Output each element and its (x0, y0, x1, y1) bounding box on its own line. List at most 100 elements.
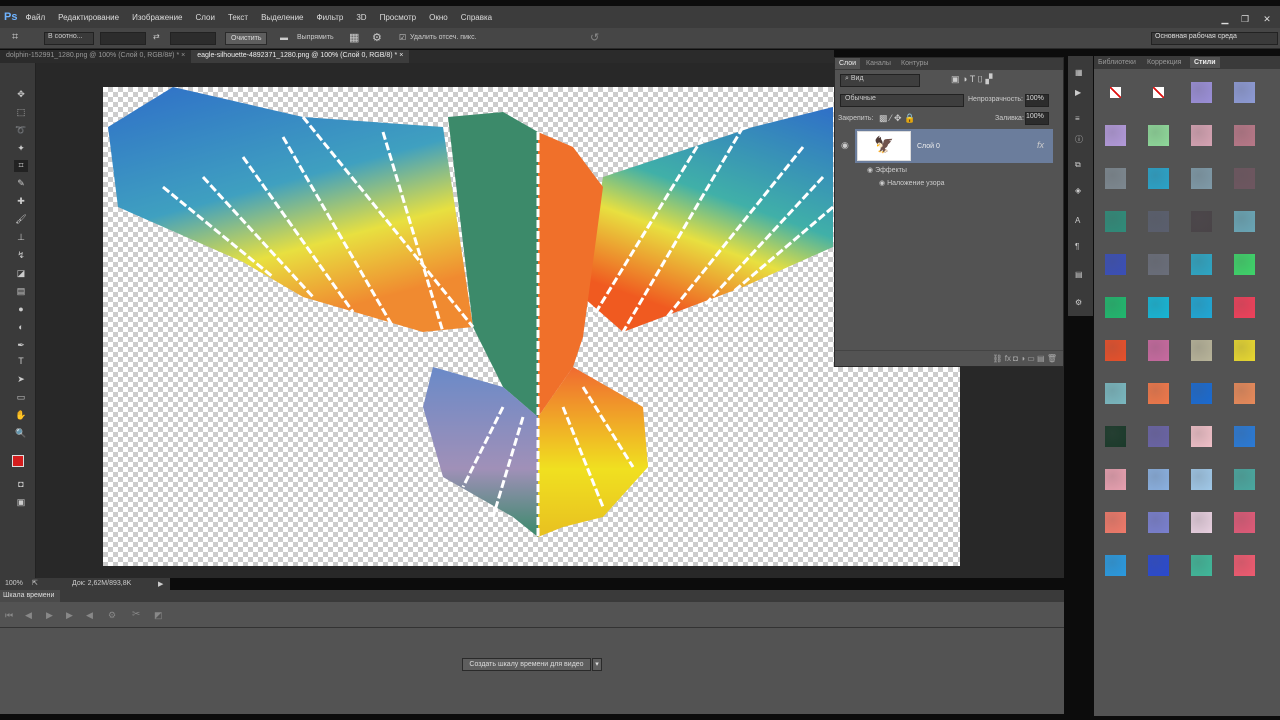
style-swatch[interactable] (1234, 383, 1255, 404)
menu-edit[interactable]: Редактирование (58, 13, 119, 22)
stamp-tool-icon[interactable]: ⊥ (14, 232, 28, 244)
gear-icon[interactable]: ⚙ (372, 31, 382, 44)
style-swatch[interactable] (1191, 555, 1212, 576)
ratio-select[interactable]: В соотно... (44, 32, 94, 45)
tab-paths[interactable]: Контуры (901, 60, 928, 67)
magic-wand-tool-icon[interactable]: ✦ (14, 143, 28, 155)
reset-icon[interactable]: ↺ (590, 31, 599, 44)
style-swatch[interactable] (1148, 254, 1169, 275)
pattern-overlay-row[interactable]: ◉ Наложение узора (879, 179, 945, 187)
timeline-tab[interactable]: Шкала времени (0, 590, 60, 602)
visibility-eye-icon[interactable]: ◉ (841, 140, 849, 151)
properties-icon[interactable]: ≡ (1075, 114, 1080, 123)
tab-layers[interactable]: Слои (835, 58, 861, 69)
create-timeline-button[interactable]: Создать шкалу времени для видео (462, 658, 591, 671)
history-brush-icon[interactable]: ↯ (14, 250, 28, 262)
style-swatch[interactable] (1234, 555, 1255, 576)
healing-tool-icon[interactable]: ✚ (14, 196, 28, 208)
style-swatch[interactable] (1148, 426, 1169, 447)
settings-icon[interactable]: ⚙ (108, 610, 116, 621)
status-menu-arrow-icon[interactable]: ▶ (158, 580, 163, 588)
type-tool-icon[interactable]: T (14, 356, 28, 368)
menu-layers[interactable]: Слои (196, 13, 215, 22)
brush-tool-icon[interactable]: 🖌 (14, 214, 28, 226)
3d-icon[interactable]: ◈ (1075, 186, 1081, 195)
glyphs-icon[interactable]: ▤ (1075, 270, 1083, 279)
character-icon[interactable]: A (1075, 216, 1080, 225)
style-swatch[interactable] (1191, 125, 1212, 146)
crop-tool-icon[interactable]: ⌗ (14, 160, 28, 172)
zoom-level[interactable]: 100% (5, 580, 23, 587)
timeline-icon[interactable]: ⚙ (1075, 298, 1082, 307)
style-swatch[interactable] (1191, 469, 1212, 490)
marquee-tool-icon[interactable]: ⬚ (14, 107, 28, 119)
prev-frame-icon[interactable]: ◀ (25, 610, 32, 621)
tab-dolphin[interactable]: dolphin-152991_1280.png @ 100% (Слой 0, … (0, 50, 191, 63)
style-swatch[interactable] (1191, 426, 1212, 447)
straighten-icon[interactable]: ▬ (280, 33, 288, 42)
style-swatch[interactable] (1234, 340, 1255, 361)
tab-libraries[interactable]: Библиотеки (1098, 59, 1136, 66)
gradient-tool-icon[interactable]: ▤ (14, 286, 28, 298)
close-tab-icon[interactable]: × (181, 52, 185, 59)
style-swatch[interactable] (1234, 426, 1255, 447)
fill-input[interactable]: 100% (1025, 112, 1049, 125)
audio-icon[interactable]: ◀ (86, 610, 93, 621)
zoom-tool-icon[interactable]: 🔍 (14, 428, 28, 440)
menu-help[interactable]: Справка (461, 13, 492, 22)
timeline-dropdown-icon[interactable]: ▾ (592, 658, 602, 671)
minimize-button[interactable]: ▁ (1216, 14, 1234, 26)
style-swatch[interactable] (1234, 82, 1255, 103)
style-swatch[interactable] (1191, 254, 1212, 275)
dodge-tool-icon[interactable]: ◐ (14, 322, 28, 334)
restore-button[interactable]: ❐ (1236, 14, 1254, 26)
move-tool-icon[interactable]: ✥ (14, 89, 28, 101)
style-swatch[interactable] (1105, 168, 1126, 189)
opacity-input[interactable]: 100% (1025, 94, 1049, 107)
tab-eagle[interactable]: eagle-silhouette-4892371_1280.png @ 100%… (191, 50, 410, 63)
style-swatch[interactable] (1148, 168, 1169, 189)
effects-row[interactable]: ◉ Эффекты (867, 166, 907, 174)
style-swatch[interactable] (1191, 82, 1212, 103)
style-swatch[interactable] (1234, 168, 1255, 189)
menu-select[interactable]: Выделение (261, 13, 303, 22)
style-swatch[interactable] (1148, 512, 1169, 533)
delete-pixels-checkbox[interactable]: ☑ (399, 33, 406, 42)
style-swatch[interactable] (1105, 254, 1126, 275)
split-scissors-icon[interactable]: ✂ (132, 609, 140, 620)
info-icon[interactable]: ⓘ (1075, 134, 1083, 145)
filter-pixel-icon[interactable]: ▣ ◑ T ⌷ ▞ (951, 74, 992, 85)
play-icon[interactable]: ▶ (46, 610, 53, 621)
menu-text[interactable]: Текст (228, 13, 248, 22)
style-swatch[interactable] (1105, 469, 1126, 490)
swap-icon[interactable]: ⇄ (153, 32, 160, 41)
lasso-tool-icon[interactable]: ➰ (14, 125, 28, 137)
hand-tool-icon[interactable]: ✋ (14, 410, 28, 422)
shape-tool-icon[interactable]: ▭ (14, 392, 28, 404)
height-input[interactable] (170, 32, 216, 45)
history-icon[interactable]: ▦ (1075, 68, 1083, 77)
style-swatch[interactable] (1148, 383, 1169, 404)
style-swatch[interactable] (1234, 125, 1255, 146)
style-swatch[interactable] (1148, 211, 1169, 232)
menu-file[interactable]: Файл (25, 13, 45, 22)
style-swatch[interactable] (1234, 469, 1255, 490)
style-swatch[interactable] (1105, 383, 1126, 404)
style-swatch[interactable] (1191, 383, 1212, 404)
style-swatch[interactable] (1191, 211, 1212, 232)
blur-tool-icon[interactable]: ● (14, 304, 28, 316)
style-swatch[interactable] (1105, 211, 1126, 232)
style-swatch[interactable] (1234, 512, 1255, 533)
style-swatch[interactable] (1105, 555, 1126, 576)
lock-icons[interactable]: ▩ ⁄ ✥ 🔒 (879, 113, 915, 124)
close-tab-icon[interactable]: × (399, 52, 403, 59)
layer-name[interactable]: Слой 0 (917, 143, 940, 150)
style-swatch[interactable] (1110, 87, 1121, 98)
next-frame-icon[interactable]: ▶ (66, 610, 73, 621)
menu-3d[interactable]: 3D (356, 13, 366, 22)
workspace-select[interactable]: Основная рабочая среда (1151, 32, 1278, 45)
fx-icon[interactable]: fx (1037, 140, 1044, 150)
clear-button[interactable]: Очистить (225, 32, 268, 45)
style-swatch[interactable] (1105, 340, 1126, 361)
layers-footer-buttons[interactable]: ⛓ fx ◘ ◑ ▭ ▤ 🗑 (835, 350, 1063, 366)
